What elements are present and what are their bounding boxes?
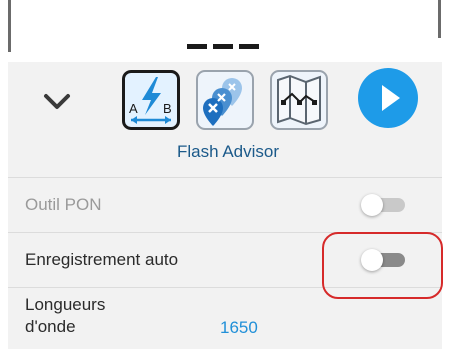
collapse-button[interactable] — [42, 90, 72, 114]
drag-handle-dash — [187, 44, 207, 49]
start-test-button[interactable] — [358, 68, 418, 128]
setting-label-line: Longueurs — [25, 295, 106, 314]
chevron-down-icon — [44, 94, 70, 109]
mode-toolbar: A B Flash Advisor — [8, 62, 442, 177]
divider-line — [8, 0, 11, 52]
pon-tool-toggle[interactable] — [361, 194, 407, 216]
setting-label: Outil PON — [25, 195, 102, 214]
setting-row-pon-tool: Outil PON — [8, 177, 442, 232]
settings-list: Outil PON Enregistrement auto Longueurs … — [8, 177, 442, 342]
auto-save-toggle[interactable] — [361, 249, 407, 271]
drag-handle[interactable] — [187, 44, 259, 49]
play-icon — [382, 85, 400, 111]
setting-label-line: d'onde — [25, 317, 76, 336]
flash-icon-letter-b: B — [163, 101, 172, 116]
divider-line — [438, 0, 441, 38]
top-region — [0, 0, 449, 62]
toggle-knob — [361, 194, 383, 216]
setting-label: Enregistrement auto — [25, 250, 179, 269]
setting-label: Longueurs d'onde — [25, 294, 105, 338]
map-route-icon — [277, 74, 321, 126]
setting-row-auto-save: Enregistrement auto — [8, 232, 442, 287]
drag-handle-dash — [213, 44, 233, 49]
flash-advisor-button[interactable]: A B — [122, 70, 180, 130]
fault-locator-button[interactable] — [196, 70, 254, 130]
map-view-button[interactable] — [270, 70, 328, 130]
flash-icon-letter-a: A — [129, 101, 138, 116]
settings-panel: A B Flash Advisor Outil PON Enregistreme… — [8, 62, 442, 349]
map-pins-icon — [203, 78, 242, 126]
flash-ab-icon: A B — [129, 77, 172, 124]
drag-handle-dash — [239, 44, 259, 49]
setting-row-wavelengths: Longueurs d'onde 1650 — [8, 287, 442, 342]
wavelength-value[interactable]: 1650 — [220, 318, 258, 338]
toggle-knob — [361, 249, 383, 271]
mode-label: Flash Advisor — [176, 142, 280, 161]
